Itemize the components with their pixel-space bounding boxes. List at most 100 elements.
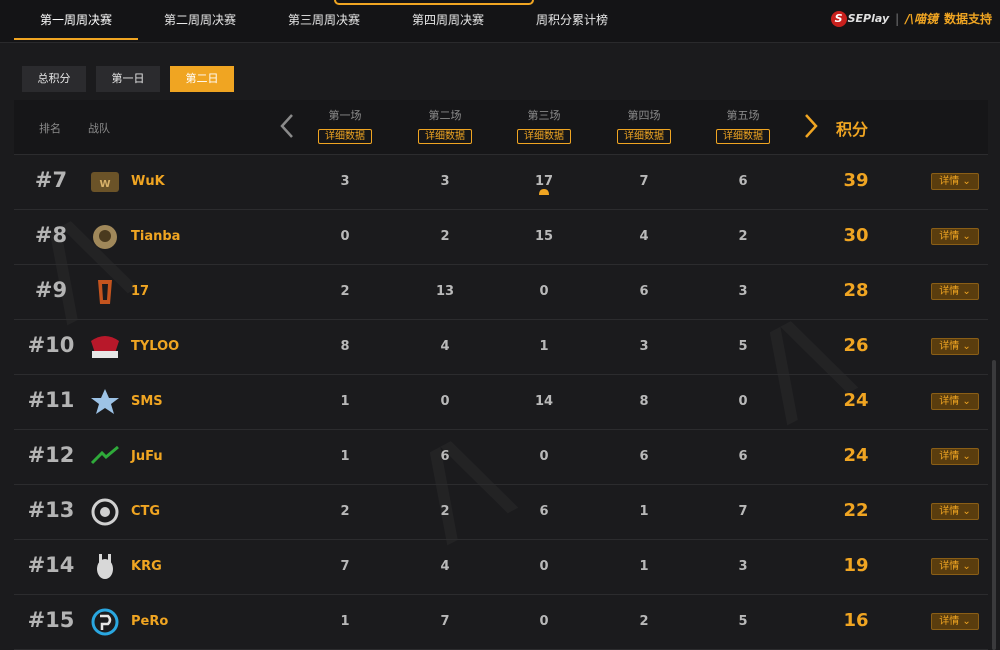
day-total-button[interactable]: 总积分 — [22, 66, 86, 92]
team-rank: #14 — [27, 553, 75, 577]
team-logo — [88, 551, 122, 583]
team-name: 17 — [131, 284, 150, 299]
team-rank: #10 — [27, 333, 75, 357]
game-1-score: 1 — [340, 394, 350, 409]
total-score: 28 — [843, 280, 869, 301]
table-row: #8 Tianba 0 2 15 4 2 30 详情 ⌄ — [14, 210, 988, 265]
game-2-score: 7 — [440, 614, 450, 629]
tab-cumulative[interactable]: 周积分累计榜 — [510, 0, 634, 40]
team-header: 战队 — [88, 122, 110, 135]
chevron-left-icon[interactable] — [274, 112, 302, 140]
chevron-down-icon: ⌄ — [962, 561, 971, 572]
game-1-header: 第一场 详细数据 — [310, 107, 380, 144]
game-2-score: 2 — [440, 504, 450, 519]
row-detail-button[interactable]: 详情 ⌄ — [931, 613, 979, 630]
game-5-score: 0 — [738, 394, 748, 409]
game-3-detail-button[interactable]: 详细数据 — [517, 129, 571, 144]
game-4-score: 7 — [639, 174, 649, 189]
day-selector: 总积分 第一日 第二日 — [22, 66, 234, 92]
day-2-button[interactable]: 第二日 — [170, 66, 234, 92]
team-name: CTG — [131, 504, 161, 519]
team-name: KRG — [131, 559, 162, 574]
game-4-score: 6 — [639, 449, 649, 464]
row-detail-button[interactable]: 详情 ⌄ — [931, 338, 979, 355]
game-2-score: 2 — [440, 229, 450, 244]
tab-week-2[interactable]: 第二周周决赛 — [138, 0, 262, 40]
row-detail-button[interactable]: 详情 ⌄ — [931, 503, 979, 520]
team-rank: #9 — [34, 278, 68, 302]
table-row: #10 TYLOO 8 4 1 3 5 26 详情 ⌄ — [14, 320, 988, 375]
chevron-right-icon[interactable] — [796, 112, 824, 140]
sponsor-info: S SEPlay | /\喵镜 数据支持 — [830, 10, 992, 27]
row-detail-button[interactable]: 详情 ⌄ — [931, 448, 979, 465]
total-score: 24 — [843, 445, 869, 466]
seplay-icon: S — [830, 10, 847, 27]
row-detail-button[interactable]: 详情 ⌄ — [931, 558, 979, 575]
game-1-score: 2 — [340, 284, 350, 299]
tab-week-3[interactable]: 第三周周决赛 — [262, 0, 386, 40]
game-5-score: 3 — [738, 284, 748, 299]
table-row: #15 PeRo 1 7 0 2 5 16 详情 ⌄ — [14, 595, 988, 650]
scrollbar[interactable] — [992, 360, 996, 650]
team-name: PeRo — [131, 614, 169, 629]
team-logo — [88, 441, 122, 473]
table-row: #14 KRG 7 4 0 1 3 19 详情 ⌄ — [14, 540, 988, 595]
brand-logo: /\喵镜 — [905, 12, 938, 26]
game-2-score: 0 — [440, 394, 450, 409]
team-name: WuK — [131, 174, 165, 189]
table-row: #9 17 2 13 0 6 3 28 详情 ⌄ — [14, 265, 988, 320]
team-logo: W — [88, 166, 122, 198]
chevron-down-icon: ⌄ — [962, 231, 971, 242]
row-detail-button[interactable]: 详情 ⌄ — [931, 393, 979, 410]
game-3-score: 0 — [539, 614, 549, 629]
team-logo — [88, 386, 122, 418]
total-score: 39 — [843, 170, 869, 191]
game-2-header: 第二场 详细数据 — [410, 107, 480, 144]
game-3-score: 0 — [539, 284, 549, 299]
game-2-detail-button[interactable]: 详细数据 — [418, 129, 472, 144]
game-5-score: 6 — [738, 174, 748, 189]
game-2-score: 4 — [440, 339, 450, 354]
tab-week-4[interactable]: 第四周周决赛 — [386, 0, 510, 40]
team-logo — [88, 221, 122, 253]
total-score: 26 — [843, 335, 869, 356]
team-name: JuFu — [131, 449, 163, 464]
standings-table: 排名 战队 第一场 详细数据 第二场 详细数据 第三场 详细数据 第四场 详细数… — [14, 100, 988, 650]
game-3-score: 6 — [539, 504, 549, 519]
row-detail-button[interactable]: 详情 ⌄ — [931, 283, 979, 300]
chevron-down-icon: ⌄ — [962, 506, 971, 517]
game-1-score: 1 — [340, 449, 350, 464]
game-1-score: 2 — [340, 504, 350, 519]
game-3-score: 0 — [539, 559, 549, 574]
day-1-button[interactable]: 第一日 — [96, 66, 160, 92]
row-detail-button[interactable]: 详情 ⌄ — [931, 173, 979, 190]
game-4-score: 6 — [639, 284, 649, 299]
game-2-score: 4 — [440, 559, 450, 574]
seplay-logo: S SEPlay — [830, 10, 889, 27]
score-header: 积分 — [836, 120, 869, 139]
team-logo — [88, 606, 122, 638]
chevron-down-icon: ⌄ — [962, 286, 971, 297]
chevron-down-icon: ⌄ — [962, 616, 971, 627]
game-1-detail-button[interactable]: 详细数据 — [318, 129, 372, 144]
table-row: #12 JuFu 1 6 0 6 6 24 详情 ⌄ — [14, 430, 988, 485]
game-2-score: 13 — [435, 284, 455, 299]
row-detail-button[interactable]: 详情 ⌄ — [931, 228, 979, 245]
table-body: #7 W WuK 3 3 17 7 6 39 详情 ⌄ #8 Tianba 0 2 15 4 2 30 详情 ⌄ #9… — [14, 155, 988, 650]
chevron-down-icon: ⌄ — [962, 396, 971, 407]
total-score: 22 — [843, 500, 869, 521]
chicken-dinner-icon — [539, 189, 549, 195]
game-3-score: 15 — [534, 229, 554, 244]
rank-header: 排名 — [39, 122, 61, 135]
game-2-score: 3 — [440, 174, 450, 189]
team-rank: #13 — [27, 498, 75, 522]
game-3-score: 0 — [539, 449, 549, 464]
game-4-detail-button[interactable]: 详细数据 — [617, 129, 671, 144]
tab-week-1[interactable]: 第一周周决赛 — [14, 0, 138, 40]
game-1-score: 1 — [340, 614, 350, 629]
game-4-score: 4 — [639, 229, 649, 244]
table-header: 排名 战队 第一场 详细数据 第二场 详细数据 第三场 详细数据 第四场 详细数… — [14, 100, 988, 155]
game-5-detail-button[interactable]: 详细数据 — [716, 129, 770, 144]
total-score: 24 — [843, 390, 869, 411]
game-4-score: 1 — [639, 504, 649, 519]
